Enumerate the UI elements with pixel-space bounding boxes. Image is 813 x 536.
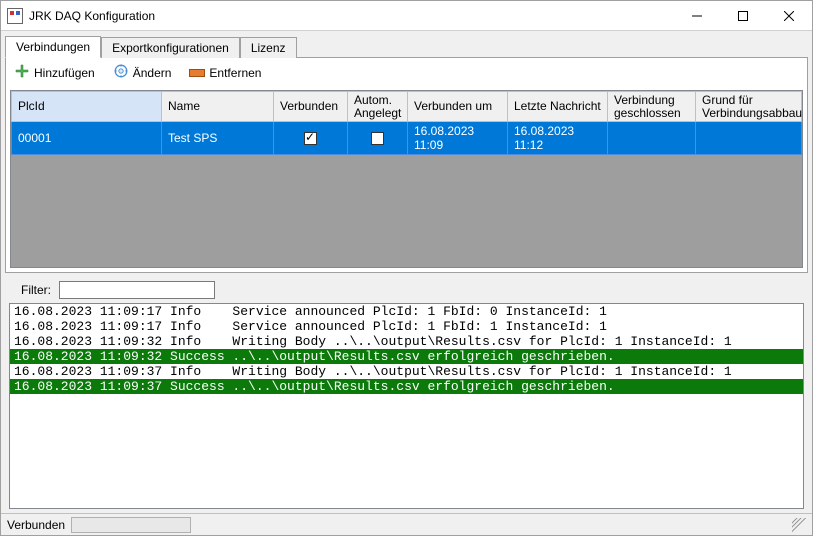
cell-name[interactable]: Test SPS xyxy=(162,122,274,155)
column-autom-angelegt[interactable]: Autom. Angelegt xyxy=(348,92,408,122)
log-panel[interactable]: 16.08.2023 11:09:17 Info Service announc… xyxy=(9,303,804,509)
window: JRK DAQ Konfiguration Verbindungen Expor… xyxy=(0,0,813,536)
cell-autom-angelegt[interactable] xyxy=(348,122,408,155)
checkbox-unchecked-icon xyxy=(371,132,384,145)
gear-arrows-icon xyxy=(113,63,129,82)
tab-exportkonfigurationen[interactable]: Exportkonfigurationen xyxy=(101,37,240,58)
filter-bar: Filter: xyxy=(5,273,808,303)
tabpage-verbindungen: Hinzufügen Ändern Entfernen xyxy=(5,57,808,273)
column-verbindung-geschlossen[interactable]: Verbindung geschlossen xyxy=(608,92,696,122)
statusbar: Verbunden xyxy=(1,513,812,535)
tab-lizenz[interactable]: Lizenz xyxy=(240,37,297,58)
minimize-button[interactable] xyxy=(674,1,720,31)
column-name[interactable]: Name xyxy=(162,92,274,122)
column-grund[interactable]: Grund für Verbindungsabbau xyxy=(696,92,802,122)
cell-plcid[interactable]: 00001 xyxy=(12,122,162,155)
column-verbunden[interactable]: Verbunden xyxy=(274,92,348,122)
log-line: 16.08.2023 11:09:17 Info Service announc… xyxy=(10,304,803,319)
column-verbunden-um[interactable]: Verbunden um xyxy=(408,92,508,122)
tab-verbindungen[interactable]: Verbindungen xyxy=(5,36,101,58)
add-button[interactable]: Hinzufügen xyxy=(10,61,99,84)
table-row[interactable]: 00001 Test SPS 16.08.2023 11:09 16.08.20… xyxy=(12,122,802,155)
log-line: 16.08.2023 11:09:37 Info Writing Body ..… xyxy=(10,364,803,379)
checkbox-checked-icon xyxy=(304,132,317,145)
minus-icon xyxy=(189,69,205,77)
log-line: 16.08.2023 11:09:32 Info Writing Body ..… xyxy=(10,334,803,349)
filter-input[interactable] xyxy=(59,281,215,299)
edit-button-label: Ändern xyxy=(133,66,172,80)
window-title: JRK DAQ Konfiguration xyxy=(29,9,155,23)
cell-verbunden-um[interactable]: 16.08.2023 11:09 xyxy=(408,122,508,155)
grid-header-row: PlcId Name Verbunden Autom. Angelegt Ver… xyxy=(12,92,802,122)
app-icon xyxy=(7,8,23,24)
titlebar: JRK DAQ Konfiguration xyxy=(1,1,812,31)
status-progress-panel xyxy=(71,517,191,533)
plus-icon xyxy=(14,63,30,82)
close-button[interactable] xyxy=(766,1,812,31)
log-line: 16.08.2023 11:09:17 Info Service announc… xyxy=(10,319,803,334)
filter-label: Filter: xyxy=(21,283,51,297)
cell-grund[interactable] xyxy=(696,122,802,155)
remove-button-label: Entfernen xyxy=(209,66,261,80)
cell-verbunden[interactable] xyxy=(274,122,348,155)
log-line: 16.08.2023 11:09:32 Success ..\..\output… xyxy=(10,349,803,364)
status-text: Verbunden xyxy=(7,518,65,532)
client-area: Verbindungen Exportkonfigurationen Lizen… xyxy=(1,31,812,513)
toolbar: Hinzufügen Ändern Entfernen xyxy=(6,58,807,90)
column-plcid[interactable]: PlcId xyxy=(12,92,162,122)
tabstrip: Verbindungen Exportkonfigurationen Lizen… xyxy=(5,35,808,57)
add-button-label: Hinzufügen xyxy=(34,66,95,80)
edit-button[interactable]: Ändern xyxy=(109,61,176,84)
log-line: 16.08.2023 11:09:37 Success ..\..\output… xyxy=(10,379,803,394)
connections-grid[interactable]: PlcId Name Verbunden Autom. Angelegt Ver… xyxy=(10,90,803,268)
column-letzte-nachricht[interactable]: Letzte Nachricht xyxy=(508,92,608,122)
cell-letzte-nachricht[interactable]: 16.08.2023 11:12 xyxy=(508,122,608,155)
resize-grip-icon[interactable] xyxy=(792,518,806,532)
cell-verbindung-geschlossen[interactable] xyxy=(608,122,696,155)
maximize-button[interactable] xyxy=(720,1,766,31)
remove-button[interactable]: Entfernen xyxy=(185,64,265,82)
